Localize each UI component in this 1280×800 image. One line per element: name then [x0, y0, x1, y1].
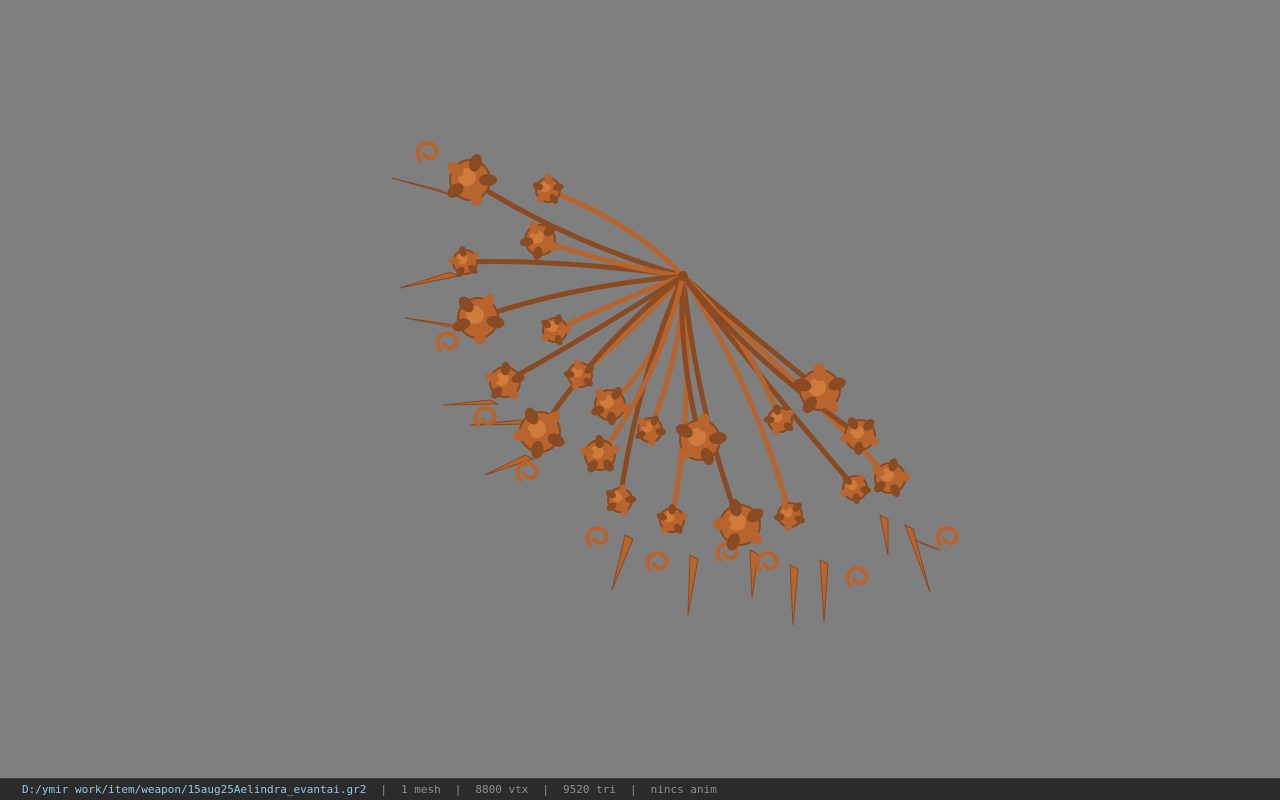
tendril [935, 526, 959, 547]
ribbon [399, 271, 460, 289]
petal [479, 174, 497, 186]
file-path: D:/ymir work/item/weapon/15aug25Aelindra… [22, 783, 367, 796]
tendril [435, 331, 459, 352]
animation-status: nincs anim [650, 783, 717, 796]
ribbon [391, 177, 449, 195]
fan-hub [678, 271, 688, 281]
model-render[interactable] [0, 0, 1280, 778]
tendril [515, 461, 539, 482]
tendril [845, 566, 869, 587]
tendril [415, 141, 439, 162]
vertex-count: 8800 vtx [475, 783, 529, 796]
triangle-count: 9520 tri [562, 783, 616, 796]
ribbon [442, 399, 499, 406]
ribbon [789, 564, 799, 626]
3d-viewport[interactable] [0, 0, 1280, 778]
mesh-count: 1 mesh [401, 783, 441, 796]
tendril [473, 406, 497, 427]
tendril [645, 551, 669, 572]
ribbon [687, 554, 699, 616]
separator: | [629, 783, 637, 796]
separator: | [542, 783, 549, 796]
status-bar: D:/ymir work/item/weapon/15aug25Aelindra… [0, 778, 1280, 800]
tendril [755, 551, 779, 572]
tendril [585, 526, 609, 547]
fan-weapon-model [391, 141, 959, 626]
ribbon [819, 559, 829, 623]
petal [668, 503, 676, 515]
ribbon [749, 549, 759, 599]
ribbon [611, 534, 634, 591]
ribbon [904, 523, 931, 593]
separator: | [380, 783, 387, 796]
ribbon [879, 514, 889, 556]
separator: | [454, 783, 462, 796]
